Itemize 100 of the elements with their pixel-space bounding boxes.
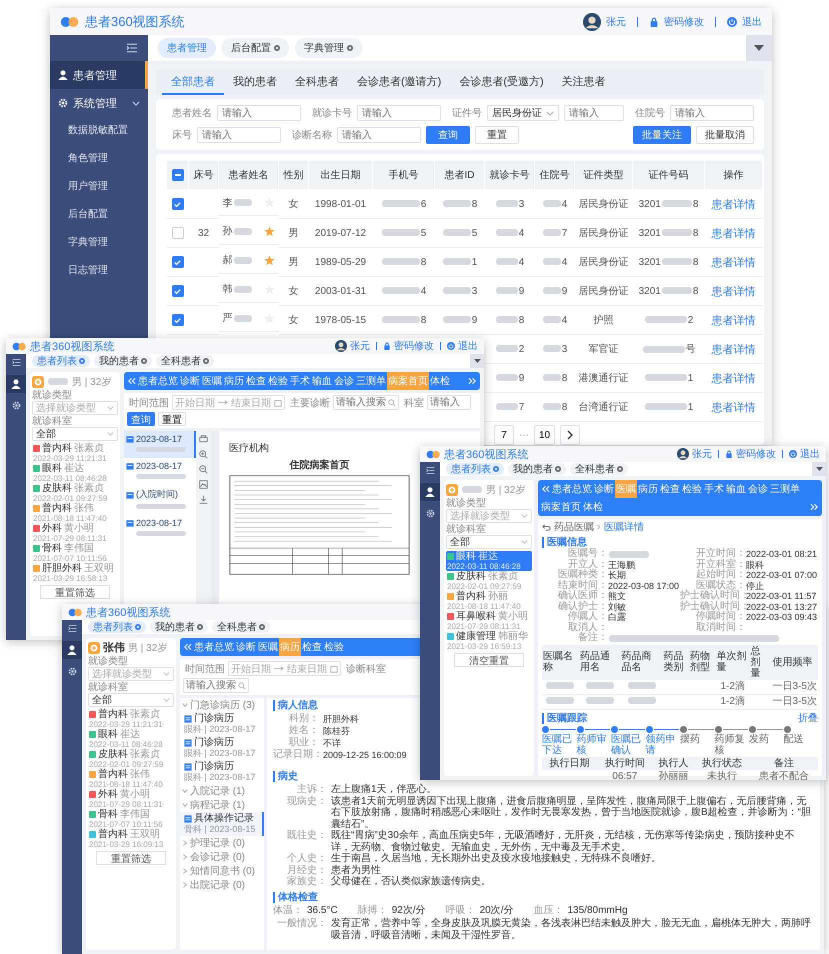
logout-link[interactable]: 退出	[742, 14, 762, 28]
gear-icon[interactable]	[12, 401, 20, 410]
tab[interactable]: 全部患者	[162, 69, 224, 95]
password-link[interactable]: 密码修改	[394, 339, 434, 353]
visit-item[interactable]: 眼科 崔达 2022-03-11 08:46:28	[446, 551, 532, 571]
visit-item[interactable]: 外科 黄小明 2021-07-29 08:11:31	[32, 523, 118, 543]
sidebar-subitem[interactable]: 数据脱敏配置	[50, 117, 148, 145]
nav-tab[interactable]: 手术	[289, 372, 311, 390]
text-field[interactable]: 请输入	[337, 127, 421, 143]
visit-item[interactable]: 肝胆外科 王双明 2021-03-29 16:58:13	[32, 563, 118, 583]
tab[interactable]: 患者列表	[88, 621, 146, 633]
close-icon[interactable]	[617, 466, 623, 472]
select-field[interactable]: 选择就诊类型	[446, 509, 532, 523]
record-item[interactable]: 2023-08-17	[124, 431, 196, 458]
select-field[interactable]: 选择就诊类型	[88, 667, 174, 681]
nav-tab[interactable]: 输血	[725, 480, 747, 498]
sidebar-item[interactable]	[6, 375, 26, 393]
tree-group[interactable]: 知情同意书 (0)	[180, 864, 264, 878]
nav-tab[interactable]: 检验	[323, 638, 345, 656]
text-field[interactable]: 请输入	[670, 105, 754, 121]
close-icon[interactable]	[79, 358, 85, 364]
nav-tab[interactable]: 输血	[311, 372, 333, 390]
page-button[interactable]: 7	[494, 425, 514, 445]
nav-tab[interactable]: 三测单	[769, 480, 801, 498]
page-button[interactable]: 10	[534, 425, 556, 445]
tree-group[interactable]: 病程记录 (1)	[180, 798, 264, 812]
detail-link[interactable]: 患者详情	[712, 198, 756, 210]
visit-item[interactable]: 普内科 孙丽 2021-08-18 11:47:40	[446, 591, 532, 611]
breadcrumb-link[interactable]: 药品医嘱	[554, 520, 594, 534]
tab[interactable]: 患者列表	[32, 355, 90, 367]
visit-item[interactable]: 皮肤科 张素贞 2022-02-01 09:27:59	[88, 749, 174, 769]
button[interactable]: 重置	[475, 126, 519, 144]
text-field[interactable]: 请输入	[217, 105, 301, 121]
double-chevron-left-icon[interactable]	[541, 485, 550, 493]
download-icon[interactable]	[199, 495, 208, 504]
close-icon[interactable]	[259, 624, 265, 630]
tree-group[interactable]: 入院记录 (1)	[180, 784, 264, 798]
record-item[interactable]: 2023-08-17	[124, 515, 196, 542]
detail-link[interactable]: 患者详情	[712, 228, 756, 240]
user-link[interactable]: 张元	[692, 447, 712, 461]
visit-item[interactable]: 骨科 李伟国 2021-07-07 10:11:56	[32, 543, 118, 563]
nav-tab[interactable]: 诊断	[235, 638, 257, 656]
tab[interactable]: 全科患者	[212, 621, 270, 633]
visit-item[interactable]: 眼科 崔达 2022-03-11 08:46:28	[88, 729, 174, 749]
sidebar-subitem[interactable]: 角色管理	[50, 145, 148, 173]
close-icon[interactable]	[197, 624, 203, 630]
visit-item[interactable]: 眼科 崔达 2022-03-11 08:46:28	[32, 463, 118, 483]
date-range-field[interactable]: 开始日期 结束日期	[228, 661, 341, 676]
select-field[interactable]: 全部	[88, 693, 174, 707]
close-icon[interactable]	[135, 624, 141, 630]
tab[interactable]: 患者列表	[446, 463, 504, 475]
zoom-out-icon[interactable]	[199, 465, 208, 474]
detail-link[interactable]: 患者详情	[712, 344, 756, 356]
tab[interactable]: 关注患者	[552, 69, 615, 95]
checkbox[interactable]	[172, 227, 184, 239]
detail-link[interactable]: 患者详情	[712, 314, 756, 326]
checkbox[interactable]	[172, 256, 184, 268]
tree-item[interactable]: 具体操作记录 骨科 | 2023-08-15	[180, 812, 264, 836]
nav-tab[interactable]: 病历	[223, 372, 245, 390]
detail-link[interactable]: 患者详情	[712, 286, 756, 298]
close-icon[interactable]	[141, 358, 147, 364]
nav-tab[interactable]: 医嘱	[201, 372, 223, 390]
nav-tab[interactable]: 诊断	[593, 480, 615, 498]
tree-group[interactable]: 护理记录 (0)	[180, 836, 264, 850]
close-icon[interactable]	[203, 358, 209, 364]
dropdown-button[interactable]	[470, 354, 484, 368]
button[interactable]: 查询	[426, 126, 470, 144]
detail-link[interactable]: 患者详情	[712, 402, 756, 414]
menu-icon[interactable]	[126, 43, 138, 53]
visit-item[interactable]: 骨科 李伟国 2021-07-07 10:11:56	[88, 809, 174, 829]
reset-button[interactable]: 重置筛选	[96, 851, 166, 865]
search-field[interactable]: 请输入搜索	[333, 395, 399, 410]
reset-button[interactable]: 清空重置	[454, 653, 524, 667]
sidebar-item[interactable]	[420, 483, 440, 501]
select-field[interactable]: 选择就诊类型	[32, 401, 118, 415]
button[interactable]: 查询	[127, 412, 155, 426]
user-link[interactable]: 张元	[606, 14, 626, 28]
nav-tab[interactable]: 检查	[245, 372, 267, 390]
close-icon[interactable]	[493, 466, 499, 472]
user-link[interactable]: 张元	[350, 339, 370, 353]
nav-tab[interactable]: 患者总览	[193, 638, 235, 656]
collapse-link[interactable]: 折叠	[798, 710, 818, 724]
tree-group[interactable]: 门急诊病历 (3)	[180, 698, 264, 712]
visit-item[interactable]: 皮肤科 张素贞 2022-02-01 09:27:59	[32, 483, 118, 503]
star-icon[interactable]	[264, 226, 274, 236]
sidebar-subitem[interactable]: 后台配置	[50, 201, 148, 229]
select-field[interactable]: 全部	[446, 535, 532, 549]
gear-icon[interactable]	[68, 667, 76, 676]
next-page-button[interactable]	[560, 425, 580, 445]
tab[interactable]: 全科患者	[570, 463, 628, 475]
record-item[interactable]: (入院时间)	[124, 485, 196, 515]
tree-group[interactable]: 出院记录 (0)	[180, 878, 264, 892]
tab[interactable]: 我的患者	[508, 463, 566, 475]
double-chevron-right-icon[interactable]	[810, 503, 819, 511]
double-chevron-left-icon[interactable]	[183, 643, 192, 651]
sidebar-subitem[interactable]: 字典管理	[50, 229, 148, 257]
tree-group[interactable]: 会诊记录 (0)	[180, 850, 264, 864]
visit-item[interactable]: 普内科 张伟 2021-08-18 11:47:40	[88, 769, 174, 789]
back-icon[interactable]	[542, 522, 551, 532]
button[interactable]: 批量关注	[633, 126, 691, 144]
